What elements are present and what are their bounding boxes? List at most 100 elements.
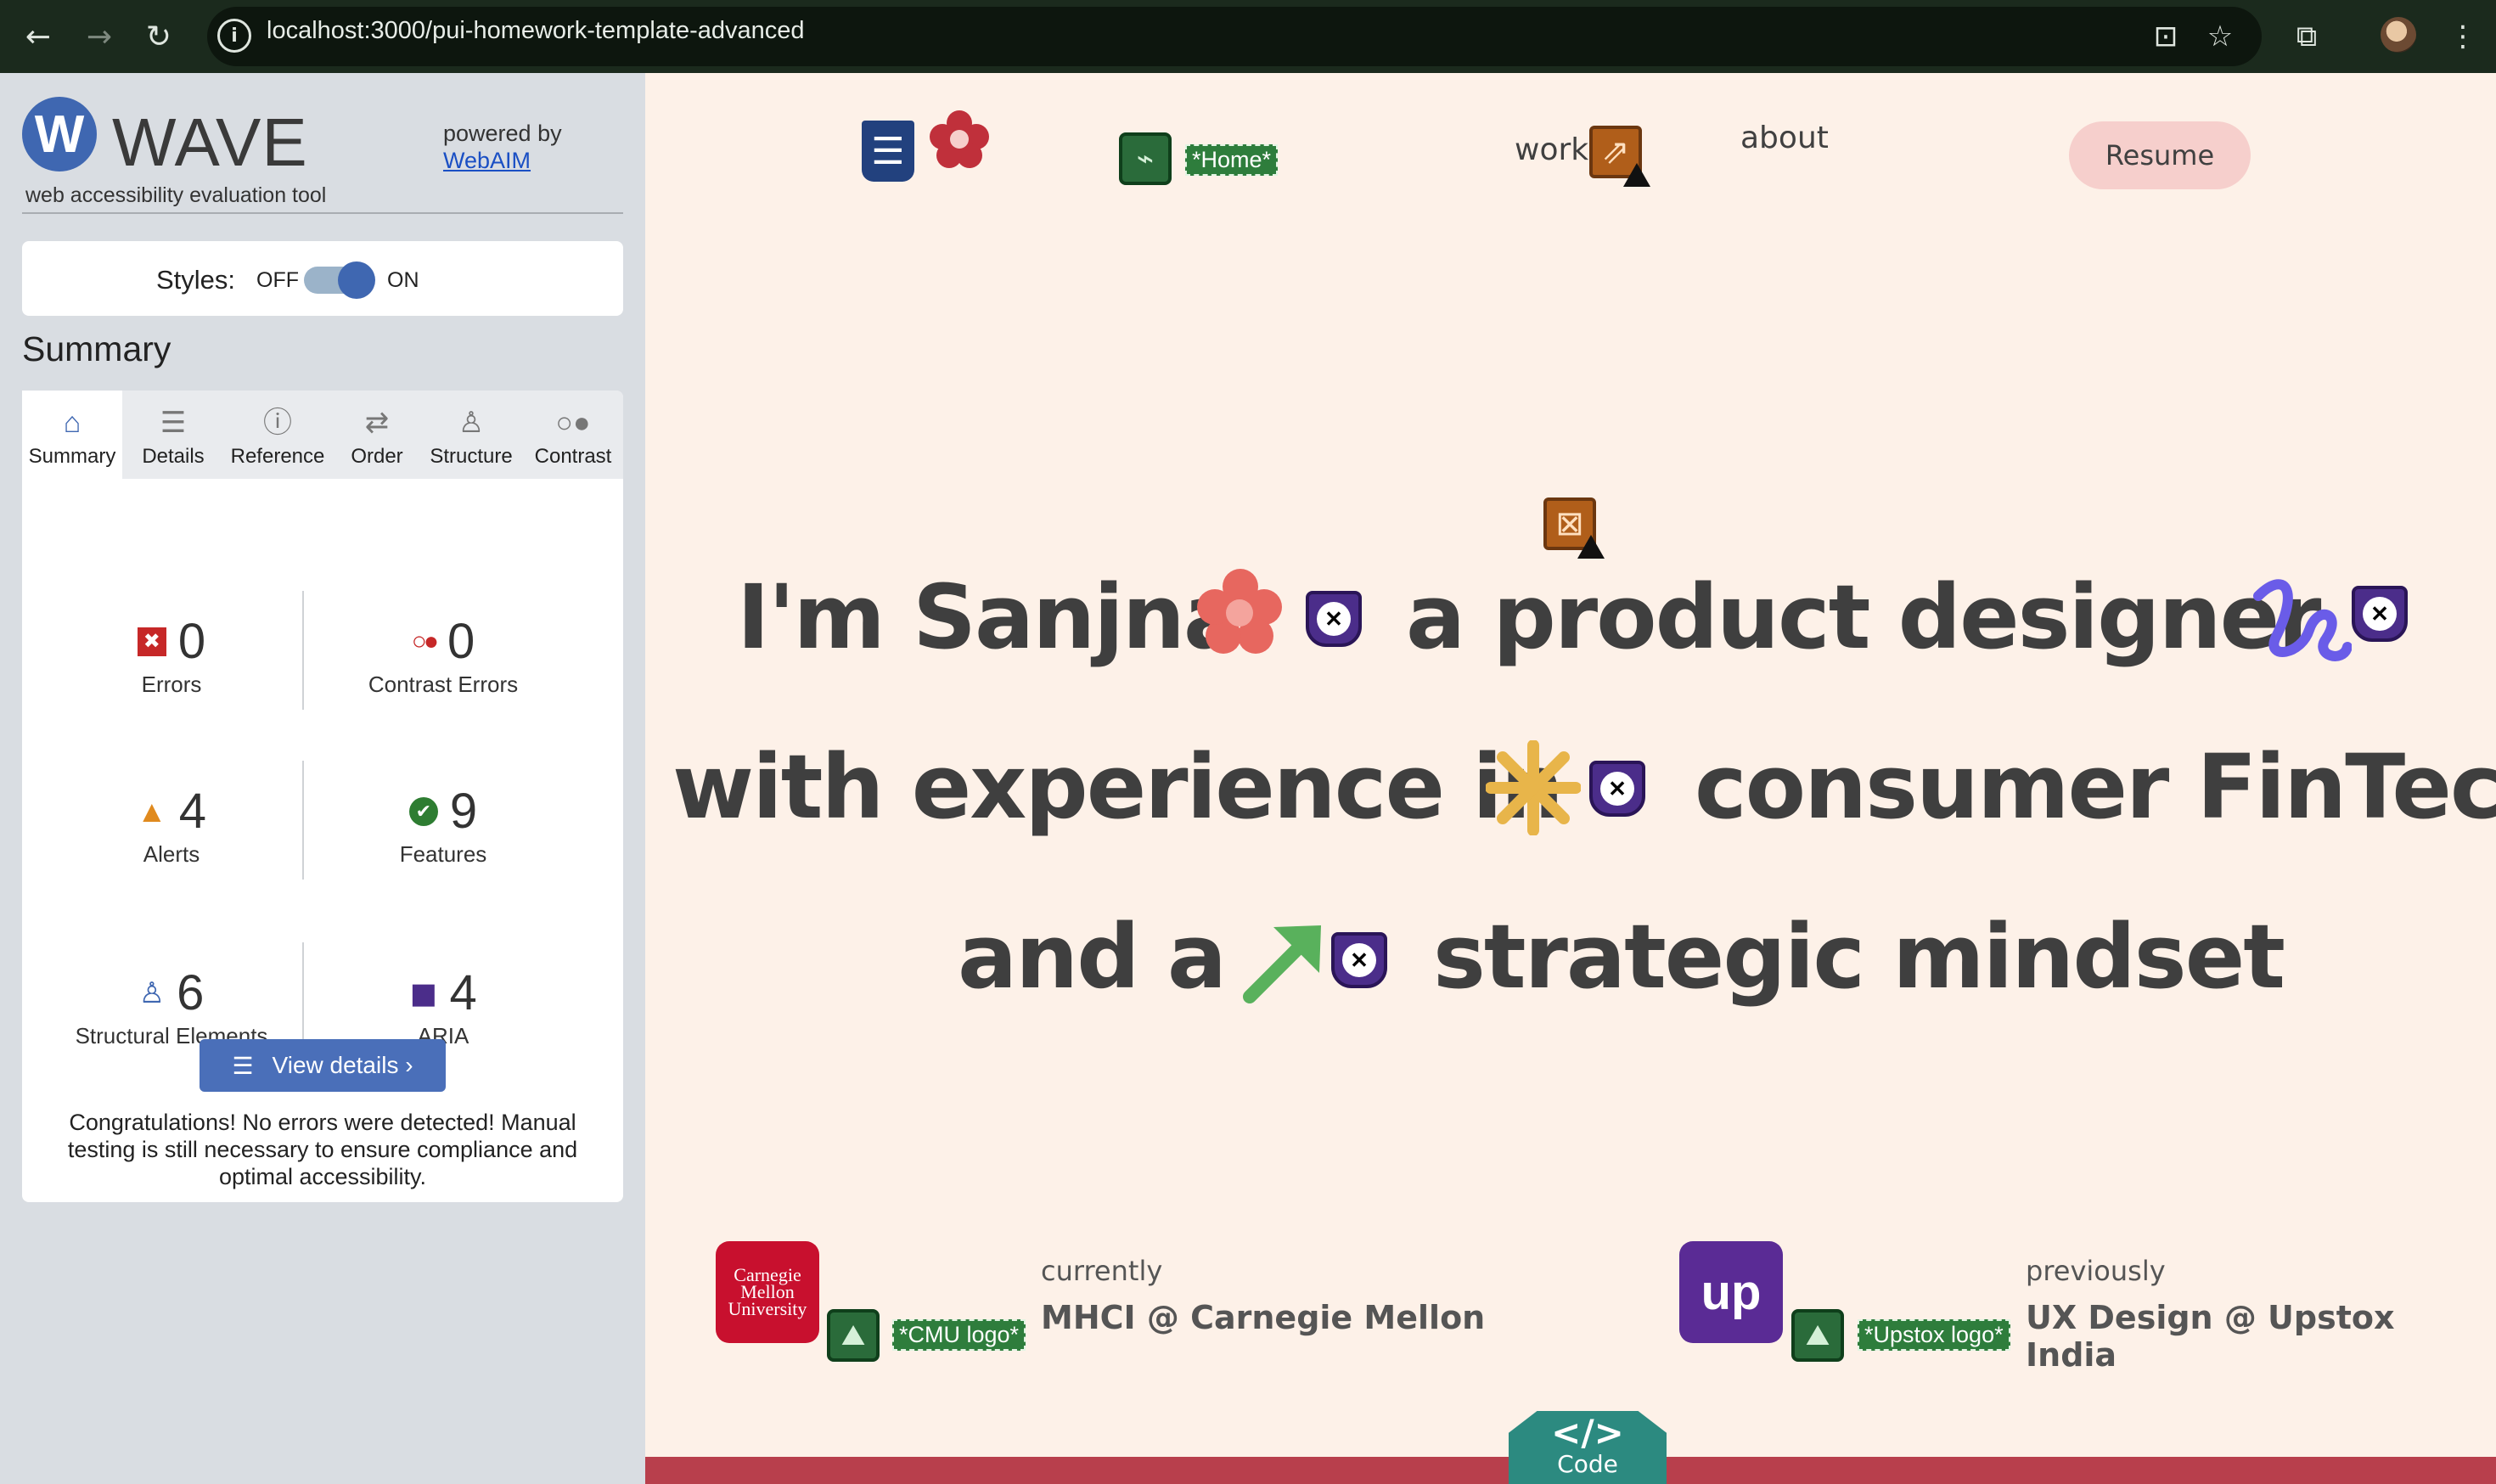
summary-heading: Summary xyxy=(22,329,171,368)
code-icon: </> xyxy=(1551,1412,1624,1453)
warning-icon xyxy=(1623,163,1650,187)
cmu-alt-tag: *CMU logo* xyxy=(892,1319,1026,1351)
current-label: currently xyxy=(1041,1255,1163,1287)
contrast-errors-label: Contrast Errors xyxy=(368,672,519,697)
home-alt-tag: *Home* xyxy=(1185,144,1279,176)
structure-icon: ♙ xyxy=(458,407,485,439)
portfolio-page: ☰ ⌁ *Home* work ⇗ about Resume ⊠ I'm San… xyxy=(645,73,2496,1484)
webaim-link[interactable]: WebAIM xyxy=(443,148,531,174)
divider xyxy=(302,761,304,880)
warning-icon xyxy=(1577,535,1605,559)
tab-label: Structure xyxy=(430,445,513,468)
css-icon: ☰ xyxy=(862,121,914,182)
hero-line-3a: and a xyxy=(958,905,1227,1009)
feature-icon: ✔ xyxy=(408,796,438,826)
close-icon: ✕ xyxy=(1342,943,1376,977)
styles-on-label: ON xyxy=(387,268,419,292)
code-label: Code xyxy=(1557,1450,1618,1478)
image-alt-icon: ⌁ xyxy=(1119,132,1172,185)
stat-contrast-errors[interactable]: ○● 0 Contrast Errors xyxy=(316,613,571,698)
profile-avatar[interactable] xyxy=(2381,17,2416,53)
styles-off-label: OFF xyxy=(256,268,299,292)
hero-line-1a: I'm Sanjna xyxy=(737,565,1243,669)
site-info-icon[interactable]: i xyxy=(217,19,251,53)
stat-alerts[interactable]: ▲ 4 Alerts xyxy=(44,783,299,868)
alerts-count: 4 xyxy=(178,784,206,839)
asterisk-icon xyxy=(1486,740,1581,835)
previous-label: previously xyxy=(2026,1255,2166,1287)
bookmark-star-icon[interactable]: ☆ xyxy=(2199,15,2241,58)
nav-about[interactable]: about xyxy=(1740,121,1829,155)
tab-order[interactable]: ⇄ Order xyxy=(334,391,419,479)
extensions-icon[interactable]: ⧉ xyxy=(2285,15,2328,58)
current-role: MHCI @ Carnegie Mellon xyxy=(1041,1299,1486,1336)
tab-label: Reference xyxy=(230,445,325,468)
browser-toolbar: ← → ↻ i localhost:3000/pui-homework-temp… xyxy=(0,0,2496,73)
aria-hidden-icon: ✕ xyxy=(2352,586,2408,642)
alert-icon: ▲ xyxy=(137,793,167,829)
aria-hidden-icon: ✕ xyxy=(1331,932,1387,988)
image-alt-icon: ⛰ xyxy=(1791,1309,1844,1362)
upstox-alt-tag: *Upstox logo* xyxy=(1858,1319,2010,1351)
hero-line-2b: consumer FinTech xyxy=(1695,735,2496,839)
aria-count: 4 xyxy=(449,965,477,1020)
contrast-error-icon: ○● xyxy=(411,627,439,655)
wave-title: WAVE xyxy=(112,104,308,180)
menu-icon[interactable]: ⋮ xyxy=(2442,15,2484,58)
close-icon: ✕ xyxy=(2363,597,2397,631)
back-icon[interactable]: ← xyxy=(17,15,59,58)
flower-center xyxy=(1226,599,1253,627)
forward-icon[interactable]: → xyxy=(78,15,121,58)
tab-structure[interactable]: ♙ Structure xyxy=(419,391,523,479)
order-icon: ⇄ xyxy=(364,407,390,439)
new-window-alert-icon: ⇗ xyxy=(1589,126,1650,187)
close-icon: ✕ xyxy=(1600,772,1634,806)
stat-features[interactable]: ✔ 9 Features xyxy=(316,783,571,868)
divider xyxy=(302,591,304,710)
tab-contrast[interactable]: ○● Contrast xyxy=(523,391,623,479)
resume-button[interactable]: Resume xyxy=(2069,121,2251,189)
url-text[interactable]: localhost:3000/pui-homework-template-adv… xyxy=(267,17,805,45)
contrast-icon: ○● xyxy=(555,407,591,439)
features-label: Features xyxy=(399,841,487,867)
error-icon: ✖ xyxy=(137,627,166,656)
squiggle-icon xyxy=(2253,579,2352,661)
errors-count: 0 xyxy=(177,614,206,669)
tab-reference[interactable]: ⓘ Reference xyxy=(221,391,334,479)
styles-toggle[interactable] xyxy=(304,261,375,299)
aria-icon: ◼ xyxy=(409,974,438,1012)
flower-logo-icon[interactable] xyxy=(930,110,989,170)
code-badge[interactable]: </> Code xyxy=(1509,1411,1667,1484)
aria-hidden-icon: ✕ xyxy=(1589,761,1645,817)
install-icon[interactable]: ⊡ xyxy=(2145,15,2187,58)
hero-line-2a: with experience in xyxy=(672,735,1564,839)
styles-label: Styles: xyxy=(156,265,236,295)
stat-structural[interactable]: ♙ 6 Structural Elements xyxy=(44,964,299,1049)
tab-details[interactable]: ☰ Details xyxy=(126,391,221,479)
wave-logo-icon: W xyxy=(22,97,97,171)
view-details-label: View details › xyxy=(272,1052,413,1078)
reload-icon[interactable]: ↻ xyxy=(138,15,180,58)
list-icon: ☰ xyxy=(232,1052,254,1079)
contrast-errors-count: 0 xyxy=(447,614,475,669)
stat-aria[interactable]: ◼ 4 ARIA xyxy=(316,964,571,1049)
tab-label: Details xyxy=(142,445,205,468)
home-icon: ⌂ xyxy=(63,407,82,439)
nav-work[interactable]: work xyxy=(1515,132,1588,167)
tab-label: Order xyxy=(351,445,403,468)
stat-errors[interactable]: ✖ 0 Errors xyxy=(44,613,299,698)
congrats-message: Congratulations! No errors were detected… xyxy=(67,1110,578,1189)
tab-label: Summary xyxy=(28,445,116,468)
toggle-knob[interactable] xyxy=(338,261,375,299)
upstox-logo: up xyxy=(1679,1241,1783,1343)
hero-line-1b: a product designer xyxy=(1406,565,2321,669)
info-icon: ⓘ xyxy=(263,407,292,439)
arrow-up-right-icon xyxy=(1243,925,1321,1003)
flower-center xyxy=(950,130,969,149)
view-details-button[interactable]: ☰ View details › xyxy=(200,1039,446,1092)
cmu-logo-line: University xyxy=(728,1298,807,1319)
structural-count: 6 xyxy=(177,965,205,1020)
tab-summary[interactable]: ⌂ Summary xyxy=(22,391,122,479)
list-icon: ☰ xyxy=(160,407,187,439)
wave-subtitle: web accessibility evaluation tool xyxy=(25,183,327,207)
